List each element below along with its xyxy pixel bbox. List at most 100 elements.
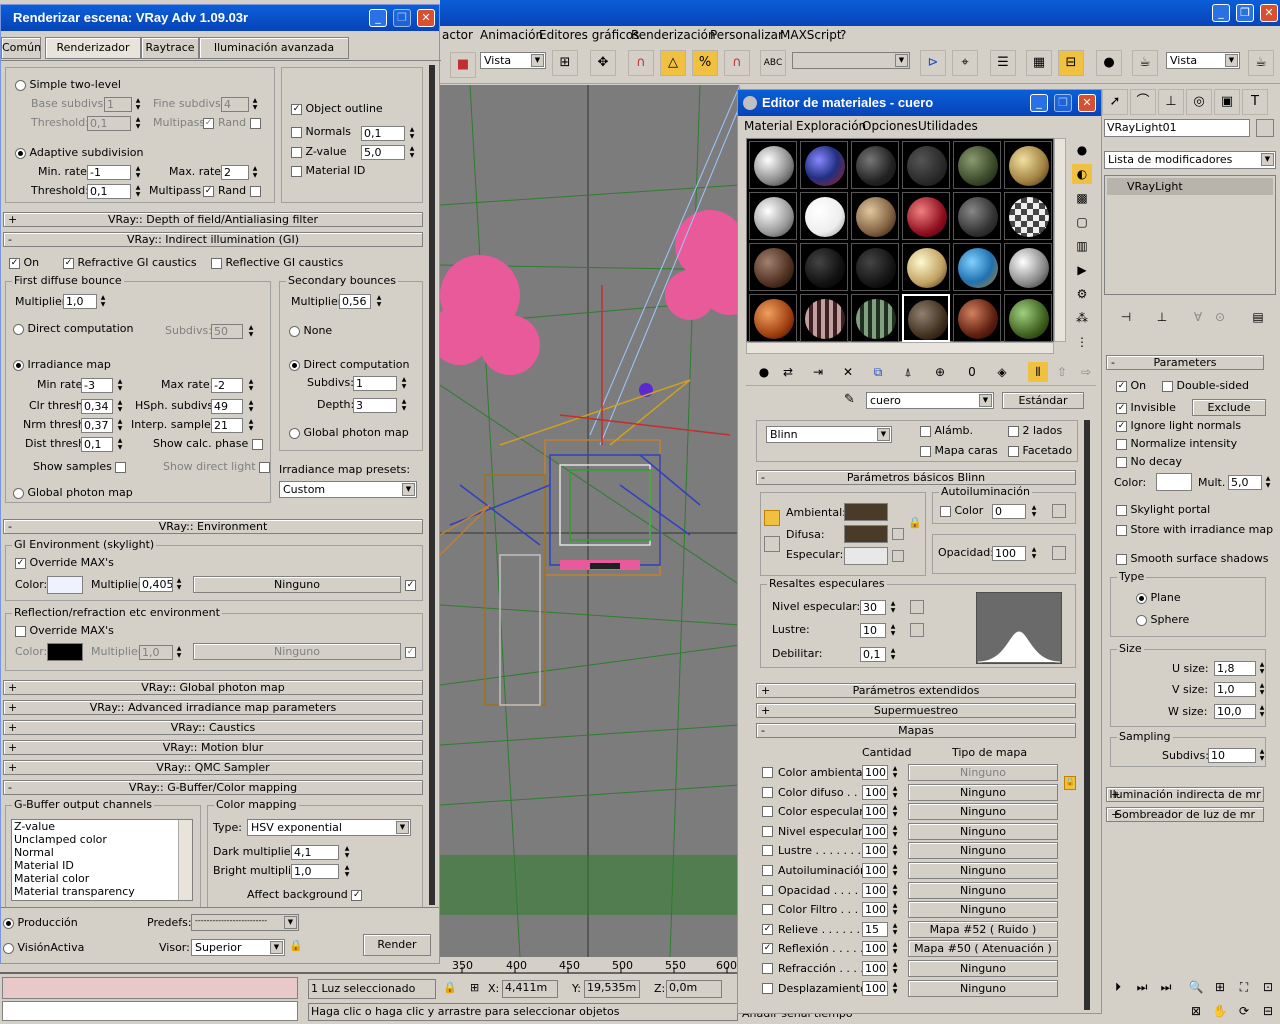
bright-mult-field[interactable]: 1,0 [291, 864, 339, 879]
make-preview-icon[interactable]: ▶ [1072, 260, 1092, 280]
plane-radio[interactable]: Plane [1136, 591, 1181, 604]
reflective-caustics-checkbox[interactable]: Reflective GI caustics [211, 256, 343, 269]
material-editor-icon[interactable]: ● [1096, 50, 1122, 76]
sphere-radio[interactable]: Sphere [1136, 613, 1189, 626]
sample-slot[interactable] [800, 192, 848, 240]
map-amount-spinner[interactable]: ▲ ▼ [891, 804, 899, 819]
channel-item[interactable]: Material ID [12, 859, 192, 872]
threshold-spinner-1[interactable]: ▲ ▼ [134, 116, 142, 131]
z-coord-field[interactable]: 0,0m [666, 980, 722, 998]
light-color-swatch[interactable] [1156, 473, 1192, 491]
override-max-checkbox-1[interactable]: ✓ Override MAX's [15, 556, 114, 569]
interp-samples-field[interactable]: 21 [211, 418, 243, 433]
global-photon-rollout[interactable]: + VRay:: Global photon map [3, 680, 423, 695]
put-to-scene-icon[interactable]: ⇄ [778, 362, 798, 382]
uv-tiling-icon[interactable]: ▢ [1072, 212, 1092, 232]
sample-slot[interactable] [800, 294, 848, 342]
sample-slot[interactable] [902, 294, 950, 342]
map-amount-spinner[interactable]: ▲ ▼ [891, 843, 899, 858]
map-amount-field[interactable]: 15 [862, 921, 888, 937]
snap-3d-icon[interactable]: ∩ [628, 50, 654, 76]
y-coord-field[interactable]: 19,535m [584, 980, 640, 998]
depth-field[interactable]: 3 [353, 398, 397, 413]
modify-tab-icon[interactable]: ⌒ [1130, 89, 1156, 115]
render-button[interactable]: Render [363, 934, 431, 956]
zvalue-checkbox[interactable]: Z-value [291, 145, 347, 158]
pan-icon[interactable]: ✋ [1210, 1001, 1230, 1021]
mat-menu-material[interactable]: Material [744, 119, 793, 133]
override-max-checkbox-2[interactable]: Override MAX's [15, 624, 114, 637]
normals-checkbox[interactable]: Normals [291, 125, 351, 138]
normals-field[interactable]: 0,1 [361, 126, 405, 141]
map-slot-button[interactable]: Ninguno [908, 979, 1058, 997]
map-amount-spinner[interactable]: ▲ ▼ [891, 981, 899, 996]
sec-subdivs-spinner[interactable]: ▲ ▼ [400, 376, 408, 391]
map-amount-field[interactable]: 100 [862, 784, 888, 800]
sample-slot[interactable] [800, 243, 848, 291]
irr-presets-dropdown[interactable]: Custom ▼ [279, 481, 417, 498]
maps-rollout[interactable]: - Mapas [756, 723, 1076, 738]
color-lock-bottom-icon[interactable] [764, 536, 780, 552]
curve-editor-icon[interactable]: ▦ [1026, 50, 1052, 76]
spec-level-map-slot[interactable] [910, 600, 924, 614]
light-on-checkbox[interactable]: ✓ On [1116, 379, 1146, 392]
maxscript-input[interactable] [2, 1001, 298, 1021]
pivot-icon[interactable]: ⊞ [552, 50, 578, 76]
map-amount-spinner[interactable]: ▲ ▼ [891, 961, 899, 976]
channel-item[interactable]: Material color [12, 872, 192, 885]
rand-checkbox-1[interactable]: Rand [218, 116, 261, 129]
get-material-icon[interactable]: ● [754, 362, 774, 382]
min-rate-spinner[interactable]: ▲ ▼ [134, 165, 142, 180]
zoom-icon[interactable]: 🔍 [1186, 977, 1206, 997]
map-slot-button[interactable]: Ninguno [908, 822, 1058, 840]
sampling-subdivs-field[interactable]: 10 [1208, 748, 1256, 763]
map-slot-button[interactable]: Mapa #52 ( Ruido ) [908, 920, 1058, 938]
gi-rollout[interactable]: - VRay:: Indirect illumination (GI) [3, 232, 423, 247]
sample-slot[interactable] [851, 192, 899, 240]
show-end-icon[interactable]: ⫴ [1028, 362, 1048, 382]
multipass-checkbox-2[interactable]: ✓ [203, 184, 214, 197]
refractive-caustics-checkbox[interactable]: ✓ Refractive GI caustics [63, 256, 197, 269]
maxscript-listener[interactable] [2, 977, 298, 999]
motion-tab-icon[interactable]: ◎ [1186, 89, 1212, 115]
refl-env-mult-spinner[interactable]: ▲ ▼ [175, 645, 183, 660]
map-amount-field[interactable]: 100 [862, 961, 888, 976]
gbuffer-channels-list[interactable]: Z-value Unclamped color Normal Material … [11, 819, 193, 901]
multipass-checkbox-1[interactable]: ✓ [203, 116, 214, 129]
min-rate2-spinner[interactable]: ▲ ▼ [116, 378, 124, 393]
assign-to-selection-icon[interactable]: ⇥ [808, 362, 828, 382]
channel-item[interactable]: Material transparency [12, 885, 192, 898]
make-copy-icon[interactable]: ⧉ [868, 362, 888, 382]
refl-env-color-swatch[interactable] [47, 643, 83, 661]
lock-selection-icon[interactable]: 🔒 [443, 981, 457, 994]
make-unique-icon[interactable]: ∀ [1188, 307, 1208, 327]
lock-viewport-icon[interactable]: 🔒 [289, 939, 303, 952]
mat-options-icon[interactable]: ⚙ [1072, 284, 1092, 304]
gi-env-mult-spinner[interactable]: ▲ ▼ [175, 577, 183, 592]
zoom-all-icon[interactable]: ⊞ [1210, 977, 1230, 997]
map-amount-field[interactable]: 100 [862, 804, 888, 820]
tab-raytrace[interactable]: Raytrace [141, 37, 199, 59]
extended-params-rollout[interactable]: + Parámetros extendidos [756, 683, 1076, 698]
normalize-checkbox[interactable]: Normalize intensity [1116, 437, 1237, 450]
map-amount-spinner[interactable]: ▲ ▼ [891, 941, 899, 956]
mr-shader-rollout[interactable]: + Sombreador de luz de mr [1106, 807, 1264, 822]
normals-spinner[interactable]: ▲ ▼ [408, 126, 416, 141]
go-forward-icon[interactable]: ⇨ [1076, 362, 1096, 382]
show-direct-light-checkbox[interactable]: Show direct light [163, 460, 271, 473]
schematic-icon[interactable]: ⊟ [1058, 50, 1084, 76]
sampling-subdivs-spinner[interactable]: ▲ ▼ [1258, 748, 1266, 763]
opacity-field[interactable]: 100 [992, 546, 1026, 561]
dof-rollout[interactable]: + VRay:: Depth of field/Antialiasing filt… [3, 212, 423, 227]
depth-spinner[interactable]: ▲ ▼ [400, 398, 408, 413]
menu-renderizacion[interactable]: Renderización [631, 28, 716, 42]
sample-slot[interactable] [1004, 141, 1052, 189]
map-amount-field[interactable]: 100 [862, 902, 888, 918]
map-amount-spinner[interactable]: ▲ ▼ [891, 863, 899, 878]
sample-slot[interactable] [749, 192, 797, 240]
map-amount-field[interactable]: 100 [862, 941, 888, 957]
shader-dropdown[interactable]: Blinn ▼ [766, 426, 892, 443]
select-region-icon[interactable]: ■ [450, 52, 476, 78]
opacity-spinner[interactable]: ▲ ▼ [1030, 546, 1038, 561]
pin-stack-icon[interactable]: ⊣ [1116, 307, 1136, 327]
